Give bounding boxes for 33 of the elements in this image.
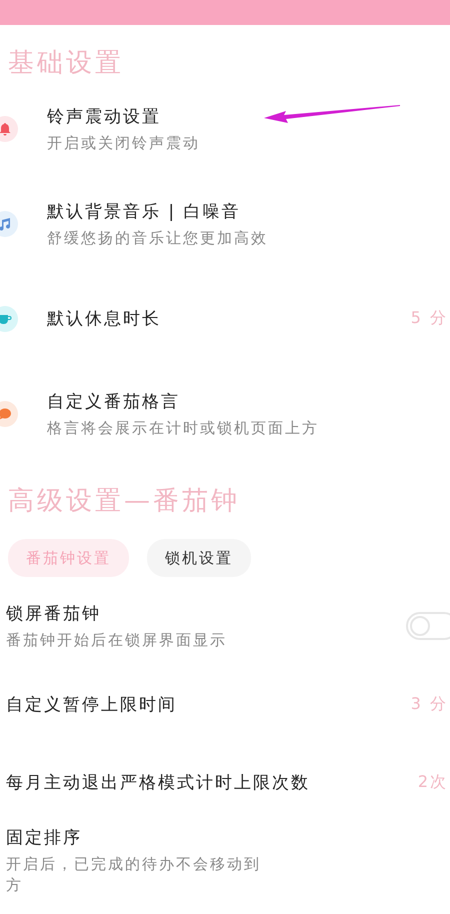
settings-row[interactable]: 自定义番茄格言 格言将会展示在计时或锁机页面上方: [0, 366, 450, 461]
setting-title: 每月主动退出严格模式计时上限次数: [6, 772, 310, 794]
setting-title: 固定排序: [6, 826, 82, 848]
bell-icon: [0, 122, 12, 136]
setting-title: 自定义番茄格言: [47, 390, 180, 412]
section-title: 基础设置: [8, 47, 125, 80]
setting-title: 铃声震动设置: [47, 106, 161, 128]
setting-title: 默认背景音乐 | 白噪音: [47, 200, 241, 222]
settings-row[interactable]: 自定义暂停上限时间 3 分: [0, 665, 450, 743]
setting-value: 2次: [418, 772, 449, 792]
settings-row[interactable]: 铃声震动设置 开启或关闭铃声震动: [0, 81, 450, 176]
music-note-icon: [0, 216, 12, 230]
cup-icon: [0, 312, 12, 324]
settings-row[interactable]: 默认休息时长 5 分: [0, 271, 450, 366]
settings-row[interactable]: 默认背景音乐 | 白噪音 舒缓悠扬的音乐让您更加高效: [0, 176, 450, 271]
settings-row[interactable]: 锁屏番茄钟 番茄钟开始后在锁屏界面显示: [0, 587, 450, 665]
tab[interactable]: 锁机设置: [147, 539, 251, 577]
settings-row[interactable]: 固定排序 开启后，已完成的待办不会移动到 方: [0, 821, 450, 899]
settings-row[interactable]: 每月主动退出严格模式计时上限次数 2次: [0, 743, 450, 821]
setting-title: 锁屏番茄钟: [6, 603, 101, 625]
setting-description: 舒缓悠扬的音乐让您更加高效: [47, 228, 268, 248]
setting-description: 开启或关闭铃声震动: [47, 134, 200, 152]
setting-description: 格言将会展示在计时或锁机页面上方: [47, 418, 319, 438]
toggle-switch[interactable]: [406, 612, 450, 640]
setting-value: 5 分: [410, 308, 449, 329]
setting-description: 方: [6, 876, 23, 894]
setting-description: 开启后，已完成的待办不会移动到: [6, 854, 261, 874]
chat-bubble-icon: [0, 406, 12, 420]
section-title: 高级设置—番茄钟: [8, 485, 241, 518]
setting-title: 默认休息时长: [47, 308, 161, 330]
setting-description: 番茄钟开始后在锁屏界面显示: [6, 631, 227, 650]
setting-value: 3 分: [410, 694, 449, 714]
setting-title: 自定义暂停上限时间: [6, 694, 177, 716]
